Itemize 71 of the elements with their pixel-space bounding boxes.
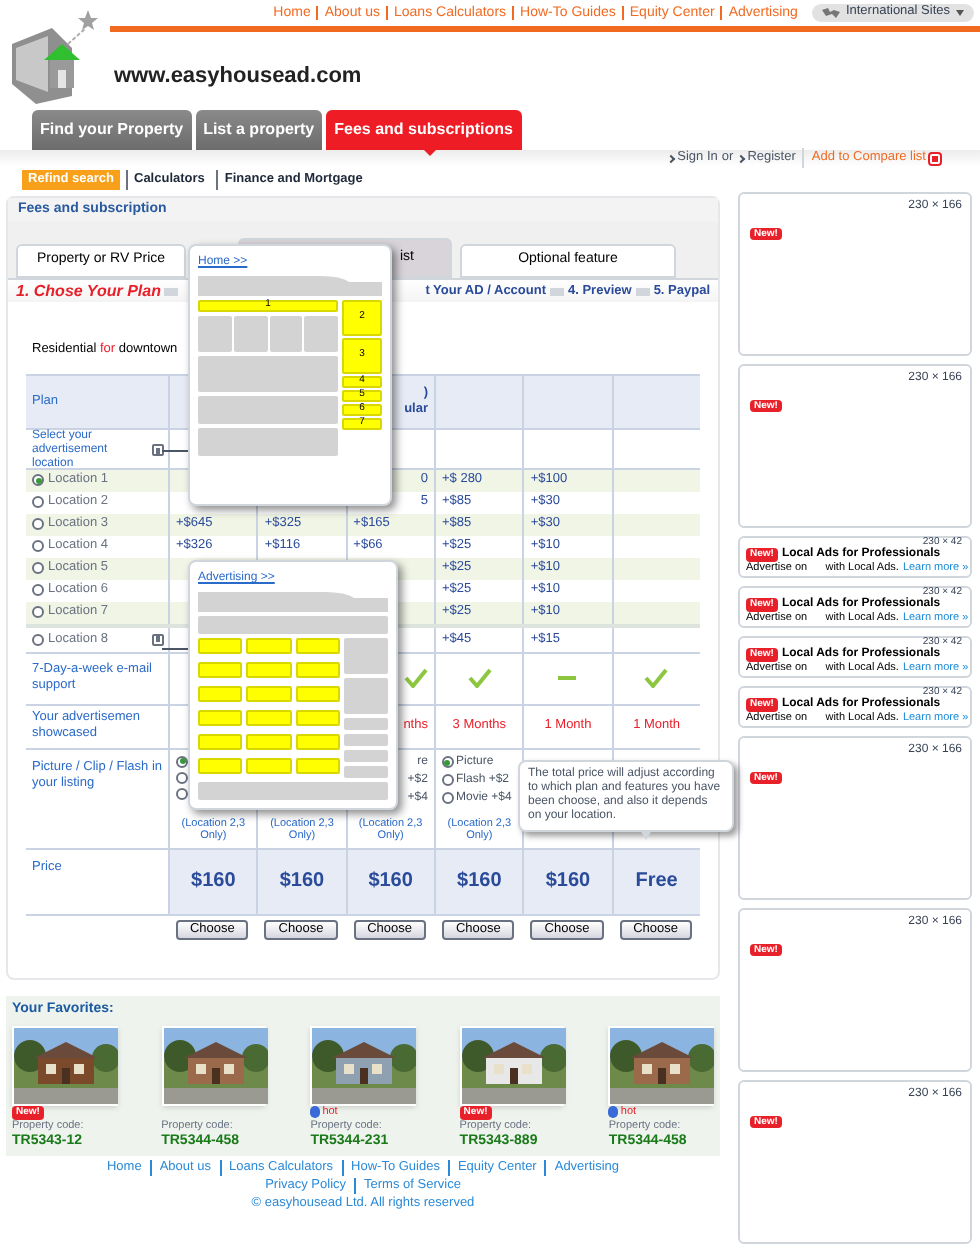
price-total: $160 xyxy=(368,868,413,897)
caret-icon xyxy=(956,9,964,15)
check-icon xyxy=(644,668,669,689)
compare-icon xyxy=(930,153,940,163)
radio-button[interactable] xyxy=(32,584,44,597)
price-total: $160 xyxy=(545,868,591,897)
radio-button[interactable] xyxy=(176,771,188,784)
layout-block xyxy=(304,315,338,352)
radio-button[interactable] xyxy=(32,606,44,619)
layout-block xyxy=(198,315,232,352)
globe-icon xyxy=(821,7,840,17)
layout-block xyxy=(344,677,388,714)
ad-slot xyxy=(295,685,340,702)
ad-slot xyxy=(198,661,243,678)
layout-block xyxy=(269,315,303,352)
radio-button[interactable] xyxy=(176,787,188,800)
price-total: $160 xyxy=(191,868,236,897)
ad-slot xyxy=(295,757,340,774)
ad-slot xyxy=(246,709,292,726)
leader-line xyxy=(162,449,188,452)
radio-button[interactable] xyxy=(32,562,44,575)
layout-block xyxy=(198,395,338,424)
radio-button[interactable] xyxy=(176,755,188,768)
ad-slot xyxy=(246,661,292,678)
radio-button[interactable] xyxy=(32,496,44,509)
ad-slot xyxy=(295,637,340,654)
layout-block xyxy=(344,749,388,762)
current-step: 1. Chose Your Plan xyxy=(16,279,161,303)
ad-slot xyxy=(198,733,243,750)
price-total: $160 xyxy=(457,868,502,897)
layout-block xyxy=(344,765,388,778)
radio-button[interactable] xyxy=(32,518,44,531)
leader-line xyxy=(162,647,188,650)
check-icon xyxy=(403,668,428,689)
layout-block xyxy=(344,717,388,730)
ad-slot xyxy=(295,709,340,726)
layout-block xyxy=(198,427,338,456)
radio-button[interactable] xyxy=(441,756,454,769)
radio-button[interactable] xyxy=(441,792,454,805)
layout-block xyxy=(198,355,338,392)
info-icon[interactable] xyxy=(152,633,164,646)
radio-button[interactable] xyxy=(441,774,454,787)
ad-slot xyxy=(246,757,292,774)
layout-block xyxy=(344,733,388,746)
ad-slot xyxy=(246,733,292,750)
ad-slot xyxy=(295,733,340,750)
ad-slot xyxy=(198,757,243,774)
chevron-icon xyxy=(666,153,675,163)
info-icon[interactable] xyxy=(152,444,164,457)
chevron-icon xyxy=(736,153,745,163)
check-icon xyxy=(467,668,492,689)
ad-slot xyxy=(198,709,243,726)
nav-tab[interactable]: Fees and subscriptions xyxy=(326,110,521,150)
ad-slot xyxy=(295,661,340,678)
flame-icon xyxy=(310,1106,321,1118)
flame-icon xyxy=(608,1106,619,1118)
price-total: $160 xyxy=(279,868,325,897)
site-name: www.easyhousead.com xyxy=(114,62,364,92)
ad-slot xyxy=(198,637,243,654)
layout-block xyxy=(233,315,267,352)
ad-slot xyxy=(198,685,243,702)
radio-button[interactable] xyxy=(32,633,44,646)
price-total: Free xyxy=(635,868,678,897)
nav-tab[interactable]: Find your Property xyxy=(32,110,192,150)
layout-block xyxy=(344,637,388,674)
radio-button[interactable] xyxy=(32,474,44,487)
radio-button[interactable] xyxy=(32,540,44,553)
ad-slot xyxy=(246,637,292,654)
dash-icon xyxy=(558,676,577,681)
nav-tab[interactable]: List a property xyxy=(195,110,323,150)
ad-slot xyxy=(246,685,292,702)
